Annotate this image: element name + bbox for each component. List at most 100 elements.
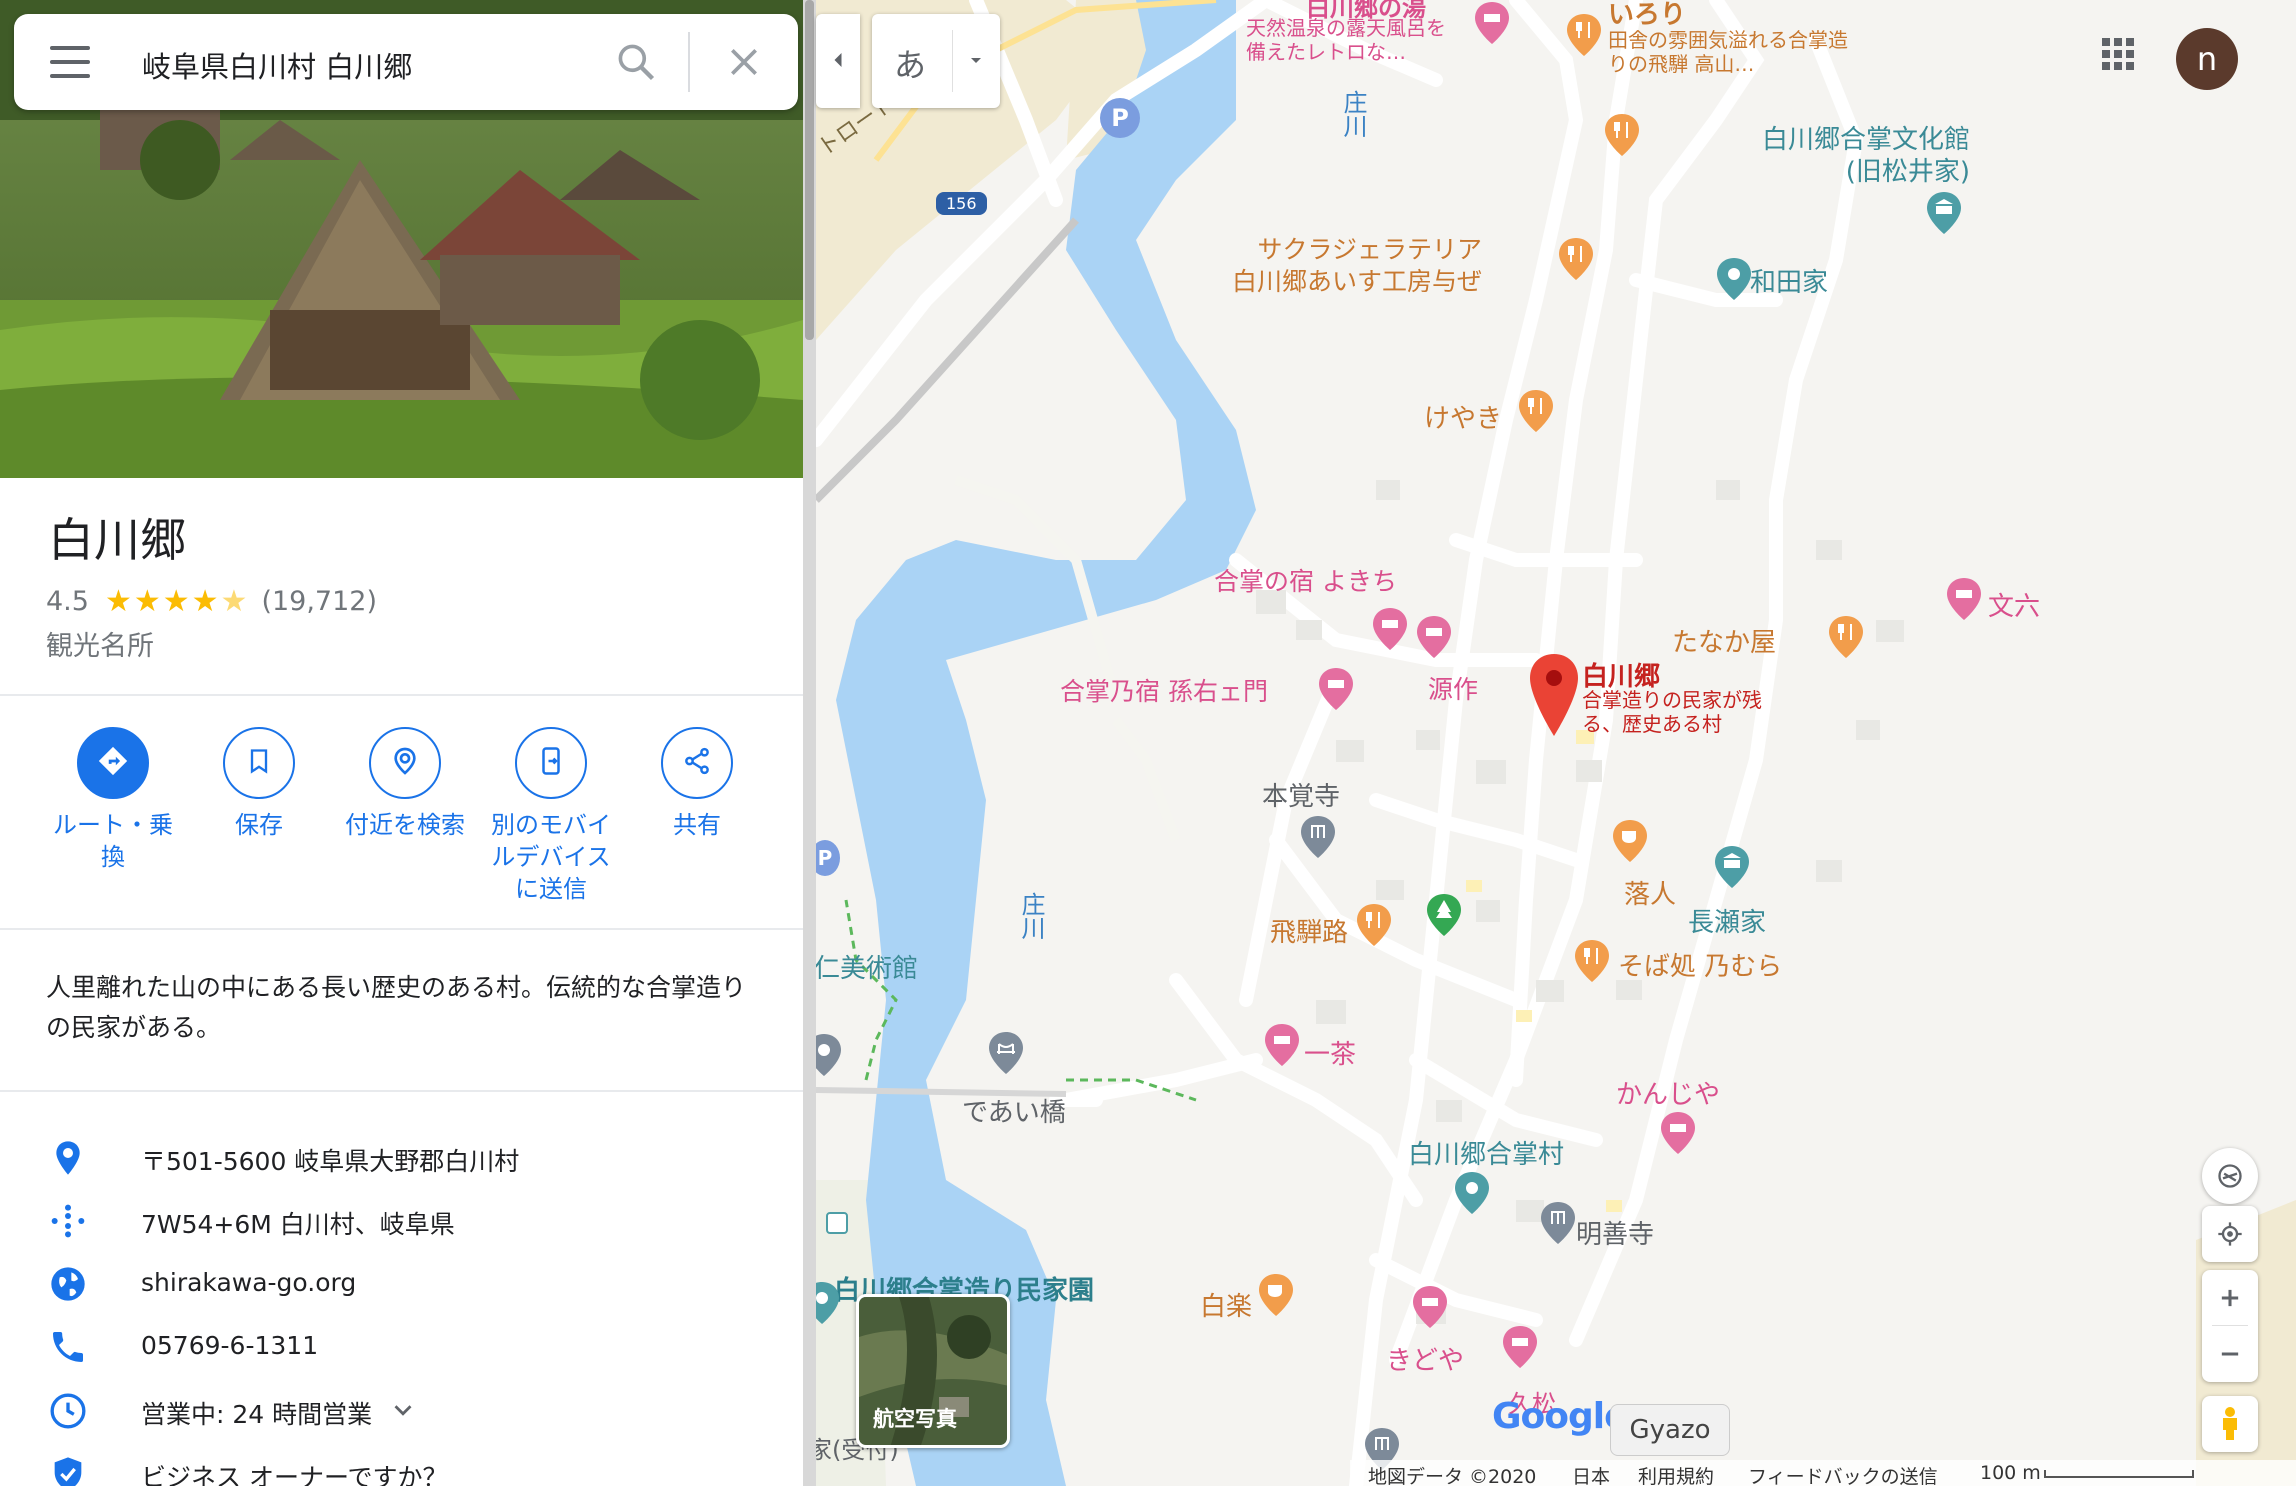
street-view-pegman[interactable]: [2202, 1396, 2258, 1452]
landmark-marker-icon[interactable]: [1452, 1170, 1492, 1218]
collapse-panel-button[interactable]: [816, 14, 860, 108]
nearby-button[interactable]: 付近を検索: [335, 727, 475, 841]
poi-irori[interactable]: いろり: [1608, 0, 1686, 31]
terms-link[interactable]: 利用規約: [1638, 1462, 1714, 1486]
restaurant-marker-icon[interactable]: [1564, 12, 1604, 60]
my-location-button[interactable]: [2202, 1206, 2258, 1262]
poi-hidaji[interactable]: 飛騨路: [1270, 912, 1348, 949]
hotel-marker-icon[interactable]: [1658, 1110, 1698, 1158]
plus-code-icon: [48, 1201, 88, 1241]
directions-button[interactable]: ルート・乗換: [43, 727, 183, 873]
poi-hakuraku[interactable]: 白楽: [1200, 1286, 1252, 1323]
landmark-marker-icon[interactable]: [1714, 256, 1754, 304]
chevron-down-icon[interactable]: [388, 1395, 418, 1429]
review-count[interactable]: (19,712): [261, 586, 377, 617]
hotel-marker-icon[interactable]: [1370, 606, 1410, 654]
restaurant-marker-icon[interactable]: [1556, 236, 1596, 284]
temple-marker-icon[interactable]: [1298, 814, 1338, 862]
museum-marker-icon[interactable]: [1712, 844, 1752, 892]
poi-magoemon[interactable]: 合掌乃宿 孫右ェ門: [1060, 672, 1268, 708]
hotel-marker-icon[interactable]: [1316, 666, 1356, 714]
restaurant-marker-icon[interactable]: [1516, 388, 1556, 436]
phone-row[interactable]: 05769-6-1311: [0, 1317, 803, 1377]
account-avatar[interactable]: n: [2176, 28, 2238, 90]
poi-nagase[interactable]: 長瀬家: [1688, 902, 1766, 939]
place-category[interactable]: 観光名所: [46, 624, 154, 663]
landmark-marker-icon[interactable]: [816, 1032, 844, 1080]
search-input[interactable]: 岐阜県白川村 白川郷: [142, 44, 412, 86]
hotel-marker-icon[interactable]: [1262, 1022, 1302, 1070]
poi-bijutsukan[interactable]: 仁美術館: [816, 948, 918, 985]
restaurant-marker-icon[interactable]: [1354, 902, 1394, 950]
scale-label[interactable]: 100 m: [1980, 1462, 2041, 1484]
bridge-marker-icon[interactable]: [986, 1030, 1026, 1078]
poi-gensaku[interactable]: 源作: [1428, 670, 1478, 706]
restaurant-marker-icon[interactable]: [1602, 112, 1642, 160]
website-row[interactable]: shirakawa-go.org: [0, 1254, 803, 1314]
save-button[interactable]: 保存: [189, 727, 329, 841]
country-link[interactable]: 日本: [1572, 1462, 1610, 1486]
owner-row[interactable]: ビジネス オーナーですか？: [0, 1444, 803, 1486]
feedback-link[interactable]: フィードバックの送信: [1748, 1462, 1938, 1486]
poi-sakura[interactable]: サクラジェラテリア 白川郷あいす工房与ぜ: [1232, 234, 1482, 298]
museum-marker-icon[interactable]: [1924, 190, 1964, 238]
owner-text[interactable]: ビジネス オーナーですか？: [141, 1458, 447, 1486]
poi-nomura[interactable]: そば処 乃むら: [1618, 946, 1782, 983]
route-badge: 156: [936, 192, 987, 215]
rating-row[interactable]: 4.5 ★★★★★ (19,712): [46, 584, 377, 619]
hide-labels-icon: [2216, 1162, 2244, 1194]
temple-marker-icon[interactable]: [1538, 1200, 1578, 1248]
restaurant-marker-icon[interactable]: [1826, 614, 1866, 662]
hotel-marker-icon[interactable]: [1472, 0, 1512, 48]
poi-keyaki[interactable]: けやき: [1424, 398, 1502, 435]
poi-kidoya[interactable]: きどや: [1386, 1340, 1464, 1377]
search-icon[interactable]: [614, 40, 658, 84]
landmark-marker-icon[interactable]: [816, 1280, 842, 1328]
scale-bar: [2044, 1470, 2194, 1478]
bus-stop-icon[interactable]: [826, 1212, 848, 1234]
verified-shield-icon: [48, 1454, 88, 1486]
map-data-credit: 地図データ ©2020: [1368, 1466, 1537, 1486]
zoom-in-icon[interactable]: [2216, 1284, 2244, 1316]
restaurant-marker-icon[interactable]: [1572, 938, 1612, 986]
poi-tanakaya[interactable]: たなか屋: [1672, 622, 1776, 659]
website-link[interactable]: shirakawa-go.org: [141, 1268, 356, 1297]
plus-code-row[interactable]: 7W54+6M 白川村、岐阜県: [0, 1191, 803, 1251]
send-to-device-button[interactable]: 別のモバイルデバイスに送信: [481, 727, 621, 905]
poi-matsui[interactable]: 白川郷合掌文化館(旧松井家): [1756, 124, 1970, 188]
cafe-marker-icon[interactable]: [1610, 818, 1650, 866]
close-icon[interactable]: [724, 42, 764, 82]
address-row[interactable]: 〒501-5600 岐阜県大野郡白川村: [0, 1128, 803, 1188]
poi-kanjiya[interactable]: かんじや: [1616, 1074, 1720, 1111]
parking-icon[interactable]: P: [1100, 98, 1140, 138]
apps-grid-icon[interactable]: [2100, 36, 2136, 72]
hotel-marker-icon[interactable]: [1500, 1324, 1540, 1372]
panel-scrollbar[interactable]: [803, 0, 816, 1486]
poi-myozenji[interactable]: 明善寺: [1576, 1214, 1654, 1251]
hours-row[interactable]: 営業中: 24 時間営業: [0, 1381, 803, 1441]
poi-gassho-mura[interactable]: 白川郷合掌村: [1408, 1134, 1564, 1171]
aerial-view-toggle[interactable]: 航空写真: [856, 1294, 1010, 1448]
clock-icon: [48, 1391, 88, 1431]
poi-wada[interactable]: 和田家: [1750, 262, 1828, 299]
hotel-marker-icon[interactable]: [1414, 614, 1454, 662]
layers-toggle-button[interactable]: [2202, 1148, 2258, 1204]
poi-deaibashi[interactable]: であい橋: [962, 1092, 1066, 1129]
hotel-marker-icon[interactable]: [1944, 576, 1984, 624]
poi-issa[interactable]: 一茶: [1304, 1034, 1356, 1071]
selected-place-pin[interactable]: [1528, 652, 1580, 738]
cafe-marker-icon[interactable]: [1256, 1272, 1296, 1320]
poi-yokichi[interactable]: 合掌の宿 よきち: [1214, 562, 1397, 598]
poi-honkakuji[interactable]: 本覚寺: [1262, 776, 1340, 813]
dropdown-arrow-icon[interactable]: [964, 48, 988, 76]
map-canvas[interactable]: 156 P P 白川郷の湯 天然温泉の露天風呂を備えたレトロな… いろり 田舎の…: [816, 0, 2296, 1486]
share-button[interactable]: 共有: [627, 727, 767, 841]
zoom-out-icon[interactable]: [2216, 1340, 2244, 1372]
poi-ochiudo[interactable]: 落人: [1624, 874, 1676, 911]
hotel-marker-icon[interactable]: [1410, 1284, 1450, 1332]
park-marker-icon[interactable]: [1424, 892, 1464, 940]
input-tools-button[interactable]: あ: [872, 14, 1000, 108]
menu-icon[interactable]: [50, 46, 90, 78]
poi-bunroku[interactable]: 文六: [1988, 586, 2040, 623]
gyazo-button[interactable]: Gyazo: [1610, 1404, 1730, 1456]
